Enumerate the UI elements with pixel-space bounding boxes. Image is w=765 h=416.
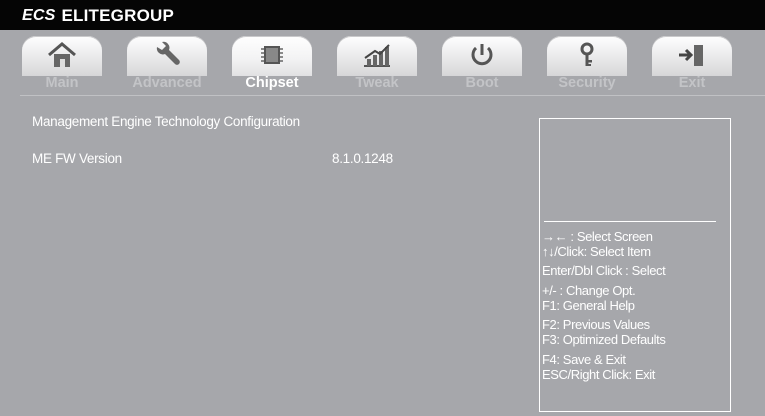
chip-icon: [261, 46, 283, 64]
help-line: ↑↓/Click: Select Item: [542, 244, 651, 259]
me-fw-version-value: 8.1.0.1248: [332, 151, 393, 166]
title-bar: ECS ELITEGROUP: [0, 0, 765, 30]
brand: ECS ELITEGROUP: [22, 6, 174, 26]
tab-label-boot[interactable]: Boot: [432, 75, 532, 91]
help-separator: [544, 221, 716, 222]
tab-advanced[interactable]: [127, 36, 207, 76]
me-fw-version-label: ME FW Version: [32, 151, 122, 166]
tab-label-exit[interactable]: Exit: [642, 75, 742, 91]
help-line: F2: Previous Values: [542, 317, 650, 332]
tab-label-main[interactable]: Main: [12, 75, 112, 91]
help-line: +/- : Change Opt.: [542, 283, 636, 298]
key-help-list: →← : Select Screen ↑↓/Click: Select Item…: [542, 229, 666, 382]
help-line: Enter/Dbl Click : Select: [542, 263, 666, 278]
help-line: ESC/Right Click: Exit: [542, 367, 655, 382]
help-line: F1: General Help: [542, 298, 635, 313]
section-title: Management Engine Technology Configurati…: [32, 114, 300, 129]
tab-chipset[interactable]: [232, 36, 312, 76]
home-icon: [48, 42, 76, 67]
ecs-logo: ECS: [22, 7, 56, 24]
help-panel: →← : Select Screen ↑↓/Click: Select Item…: [539, 118, 731, 412]
tab-strip: [0, 30, 765, 76]
chart-icon: [364, 44, 390, 67]
tab-security[interactable]: [547, 36, 627, 76]
help-line: F4: Save & Exit: [542, 352, 626, 367]
power-icon: [471, 44, 493, 66]
tab-label-security[interactable]: Security: [537, 75, 637, 91]
tab-tweak[interactable]: [337, 36, 417, 76]
help-line: →← : Select Screen: [542, 229, 653, 244]
tab-exit[interactable]: [652, 36, 732, 76]
tab-label-tweak[interactable]: Tweak: [327, 75, 427, 91]
tab-label-chipset[interactable]: Chipset: [222, 75, 322, 91]
help-line: F3: Optimized Defaults: [542, 332, 666, 347]
wrench-icon: [156, 41, 180, 65]
tab-boot[interactable]: [442, 36, 522, 76]
key-icon: [580, 42, 594, 66]
exit-icon: [679, 45, 703, 66]
brand-name: ELITEGROUP: [61, 6, 175, 25]
tab-main[interactable]: [22, 36, 102, 76]
tab-label-advanced[interactable]: Advanced: [117, 75, 217, 91]
